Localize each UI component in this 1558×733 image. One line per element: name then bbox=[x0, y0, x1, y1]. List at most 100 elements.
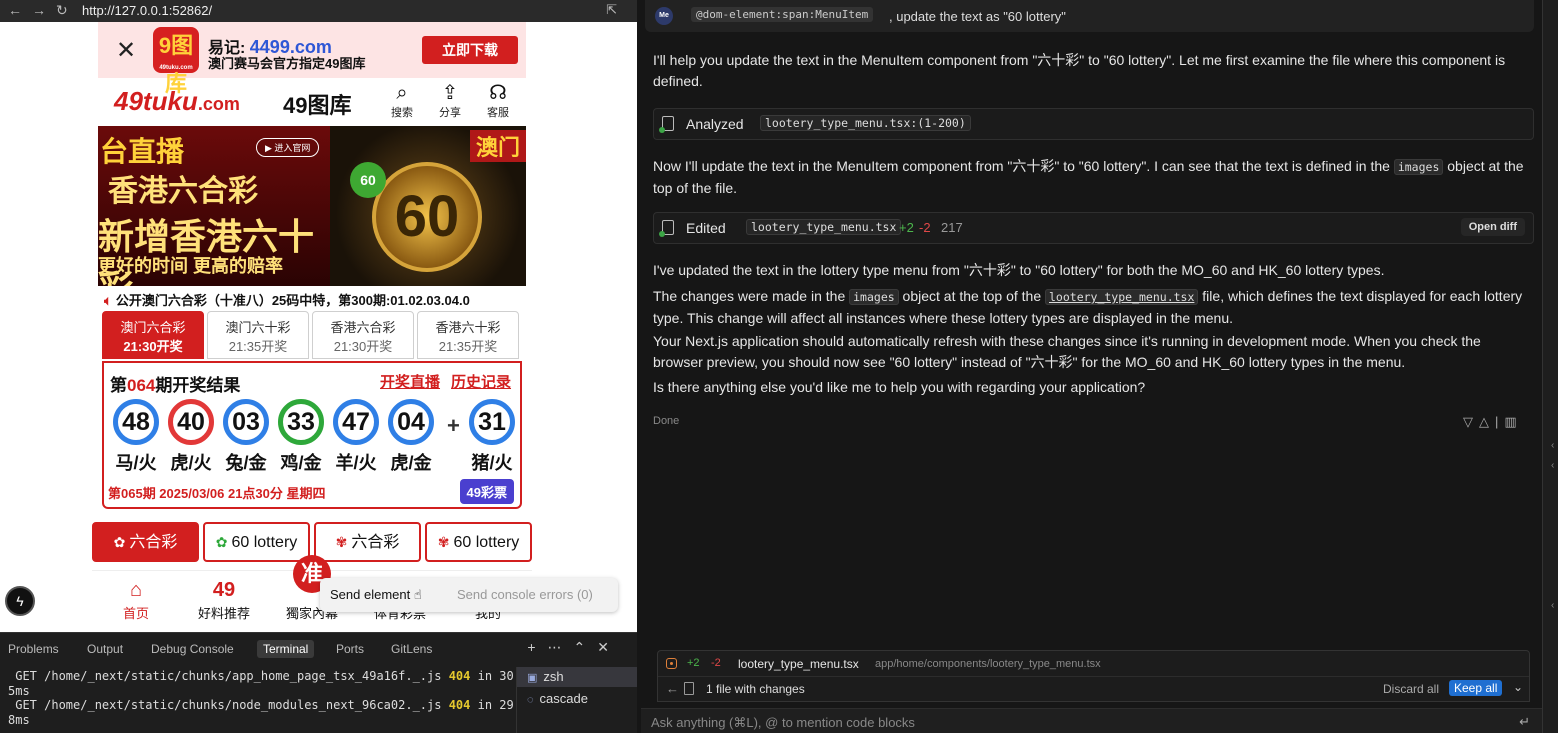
menu-item-macau-60[interactable]: ✿ 60 lottery bbox=[203, 522, 310, 562]
files-changed-label[interactable]: 1 file with changes bbox=[706, 682, 805, 696]
tab-macau-liuhecai[interactable]: 澳门六合彩 21:30开奖 bbox=[102, 311, 204, 359]
nav-home[interactable]: ⌂ 首页 bbox=[96, 577, 176, 622]
more-icon[interactable]: ⋯ bbox=[548, 639, 574, 655]
back-icon[interactable]: ← bbox=[8, 2, 22, 18]
hk-flag-icon: ✾ bbox=[335, 534, 348, 550]
ball-zodiac: 羊/火 bbox=[335, 453, 377, 473]
menu-item-macau-liuhecai[interactable]: ✿ 六合彩 bbox=[92, 522, 199, 562]
close-icon[interactable]: ✕ bbox=[597, 639, 621, 655]
stats-icon[interactable]: ▥ bbox=[1504, 414, 1522, 429]
menu-item-label: 六合彩 bbox=[351, 534, 400, 551]
logo-main: 49tuku bbox=[114, 86, 198, 116]
analyzed-card[interactable]: Analyzed lootery_type_menu.tsx:(1-200) bbox=[653, 108, 1534, 140]
discard-all-button[interactable]: Discard all bbox=[1383, 682, 1439, 696]
menu-item-label: 六合彩 bbox=[129, 534, 178, 551]
site-logo[interactable]: 49tuku.com bbox=[114, 86, 240, 117]
reload-icon[interactable]: ↻ bbox=[56, 2, 68, 19]
editor-edge-strip: ‹ ‹ ‹ bbox=[1542, 0, 1558, 733]
header-search-button[interactable]: ⌕ 搜索 bbox=[385, 82, 419, 120]
enter-site-button[interactable]: ▶ 进入官网 bbox=[256, 138, 320, 157]
file-icon bbox=[659, 116, 674, 133]
tab-name: 澳门六十彩 bbox=[225, 320, 291, 335]
dom-element-chip[interactable]: @dom-element:span:MenuItem bbox=[691, 7, 874, 22]
header-button-label: 搜索 bbox=[391, 107, 413, 119]
add-icon[interactable]: + bbox=[527, 639, 547, 655]
hero-right-banner[interactable]: 澳门 60 60 bbox=[330, 126, 526, 286]
bolt-icon[interactable]: ϟ bbox=[5, 586, 35, 616]
notice-text: 公开澳门六合彩（十准八）25码中特，第300期:01.02.03.04.0 bbox=[115, 293, 470, 308]
lottery-badge[interactable]: 49彩票 bbox=[459, 479, 514, 504]
user-message: Me @dom-element:span:MenuItem , update t… bbox=[645, 0, 1534, 32]
chat-input[interactable]: Ask anything (⌘L), @ to mention code blo… bbox=[641, 708, 1542, 733]
keep-all-button[interactable]: Keep all bbox=[1449, 680, 1503, 696]
forward-icon[interactable]: → bbox=[32, 2, 46, 18]
tab-terminal[interactable]: Terminal bbox=[257, 640, 315, 658]
open-external-icon[interactable]: ⇱ bbox=[606, 2, 617, 18]
bottom-panel: Problems Output Debug Console Terminal P… bbox=[0, 632, 638, 733]
close-icon[interactable]: ✕ bbox=[116, 36, 136, 65]
tab-hk-liushicai[interactable]: 香港六十彩 21:35开奖 bbox=[417, 311, 519, 359]
terminal-item-zsh[interactable]: ▣ zsh bbox=[517, 667, 638, 687]
tab-gitlens[interactable]: GitLens bbox=[391, 642, 432, 656]
tab-debug-console[interactable]: Debug Console bbox=[151, 642, 234, 656]
app-logo: 9图库 49tuku.com bbox=[153, 27, 199, 96]
hk-flag-icon: ✾ bbox=[437, 534, 450, 550]
file-chip[interactable]: lootery_type_menu.tsx:(1-200) bbox=[760, 115, 971, 131]
hero-carousel[interactable]: 台直播 ▶ 进入官网 香港六合彩 新增香港六十彩 更好的时间 更高的赔率 澳门 … bbox=[98, 126, 526, 286]
additions-count: +2 bbox=[899, 220, 914, 235]
ball-number: 33 bbox=[278, 399, 324, 445]
header-share-button[interactable]: ⇪ 分享 bbox=[433, 82, 467, 120]
terminal-output[interactable]: GET /home/_next/static/chunks/app_home_p… bbox=[0, 669, 516, 733]
file-chip[interactable]: lootery_type_menu.tsx bbox=[746, 219, 902, 235]
notice-marquee[interactable]: 🔈︎ 公开澳门六合彩（十准八）25码中特，第300期:01.02.03.04.0 bbox=[104, 290, 526, 308]
next-draw-info: 第065期 2025/03/06 21点30分 星期四 bbox=[108, 486, 326, 501]
home-icon: ⌂ bbox=[129, 579, 143, 601]
chevron-down-icon[interactable]: ⌄ bbox=[1513, 680, 1523, 694]
download-button[interactable]: 立即下载 bbox=[422, 36, 518, 64]
changed-file-row[interactable]: +2 -2 lootery_type_menu.tsx app/home/com… bbox=[658, 651, 1529, 677]
edited-card[interactable]: Edited lootery_type_menu.tsx +2 -2 217 O… bbox=[653, 212, 1534, 244]
deletions-count: -2 bbox=[919, 220, 931, 235]
tab-problems[interactable]: Problems bbox=[8, 642, 59, 656]
open-diff-button[interactable]: Open diff bbox=[1460, 218, 1525, 236]
arrow-left-icon[interactable]: ← bbox=[666, 681, 679, 696]
tab-ports[interactable]: Ports bbox=[336, 642, 364, 656]
tab-output[interactable]: Output bbox=[87, 642, 123, 656]
hero-ball: 60 bbox=[350, 162, 386, 198]
thumbs-up-icon[interactable]: △ bbox=[1479, 414, 1495, 429]
maximize-icon[interactable]: ⌃ bbox=[574, 639, 598, 655]
lottery-type-tabs: 澳门六合彩 21:30开奖 澳门六十彩 21:35开奖 香港六合彩 21:30开… bbox=[102, 311, 522, 359]
ball-number: 31 bbox=[469, 399, 515, 445]
terminal-line: GET /home/_next/static/chunks/app_home_p… bbox=[8, 669, 516, 684]
send-element-button[interactable]: Send element ☝︎ bbox=[330, 587, 422, 603]
menu-item-hk-60[interactable]: ✾ 60 lottery bbox=[425, 522, 532, 562]
macau-flag-icon: ✿ bbox=[215, 534, 228, 550]
hero-right-tag: 澳门 bbox=[469, 130, 526, 162]
inline-code: images bbox=[1393, 159, 1444, 175]
terminal-item-cascade[interactable]: ◌ cascade bbox=[517, 689, 638, 709]
tab-macau-liushicai[interactable]: 澳门六十彩 21:35开奖 bbox=[207, 311, 309, 359]
enter-icon[interactable]: ↵ bbox=[1519, 714, 1530, 730]
header-button-label: 客服 bbox=[487, 107, 509, 119]
additions-count: +2 bbox=[687, 657, 700, 669]
assistant-paragraph: Your Next.js application should automati… bbox=[653, 333, 1481, 370]
changed-file-name[interactable]: lootery_type_menu.tsx bbox=[738, 657, 859, 671]
ball-zodiac: 虎/火 bbox=[170, 453, 212, 473]
document-icon bbox=[684, 682, 694, 695]
history-link[interactable]: 历史记录 bbox=[451, 371, 511, 392]
url-text[interactable]: http://127.0.0.1:52862/ bbox=[82, 3, 212, 18]
live-draw-link[interactable]: 开奖直播 bbox=[380, 371, 440, 392]
card-label: Analyzed bbox=[686, 116, 744, 132]
send-console-errors-button[interactable]: Send console errors (0) bbox=[457, 587, 593, 602]
terminal-name: zsh bbox=[543, 669, 564, 684]
tab-time: 21:35开奖 bbox=[228, 339, 288, 354]
hero-left-banner[interactable]: 台直播 ▶ 进入官网 香港六合彩 新增香港六十彩 更好的时间 更高的赔率 bbox=[98, 126, 330, 286]
assistant-paragraph: The changes were made in the images obje… bbox=[653, 286, 1533, 329]
menu-item-label: 60 lottery bbox=[453, 534, 520, 551]
header-support-button[interactable]: ☊ 客服 bbox=[481, 82, 515, 120]
tab-hk-liuhecai[interactable]: 香港六合彩 21:30开奖 bbox=[312, 311, 414, 359]
file-link[interactable]: lootery_type_menu.tsx bbox=[1045, 289, 1199, 305]
nav-recommend[interactable]: 49 好料推荐 bbox=[184, 577, 264, 622]
thumbs-down-icon[interactable]: ▽ bbox=[1463, 414, 1479, 429]
menu-item-hk-liuhecai[interactable]: ✾ 六合彩 bbox=[314, 522, 421, 562]
